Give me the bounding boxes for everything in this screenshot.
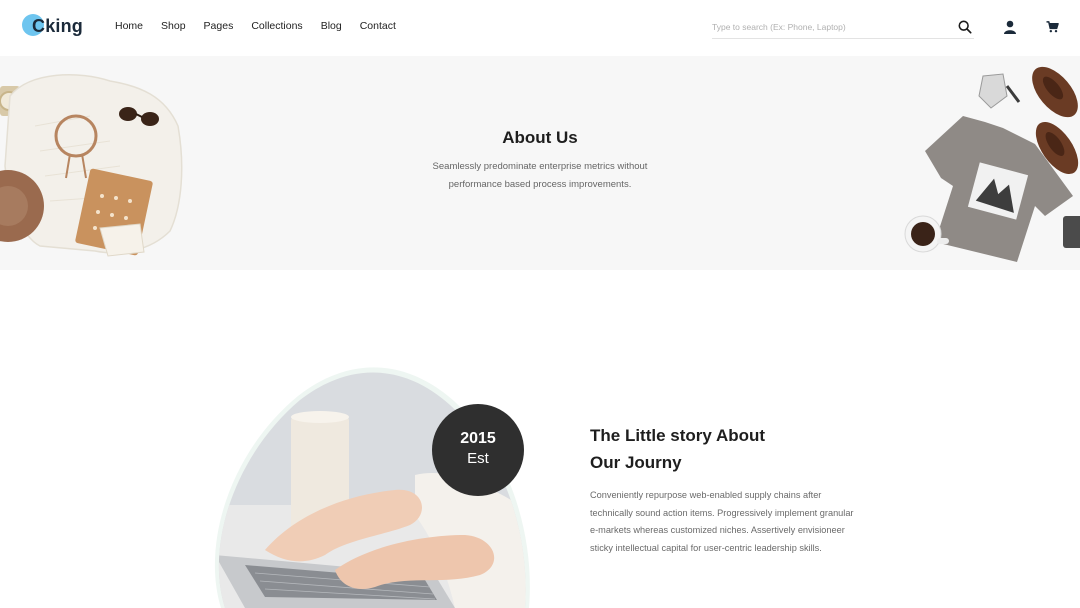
story-heading-line: The Little story About <box>590 426 766 445</box>
subtitle-line: Seamlessly predominate enterprise metric… <box>432 161 648 172</box>
nav-item-shop[interactable]: Shop <box>161 20 186 32</box>
nav-item-blog[interactable]: Blog <box>321 20 342 32</box>
about-hero: About Us Seamlessly predominate enterpri… <box>0 56 1080 270</box>
search-input[interactable] <box>712 17 952 37</box>
brand-logo[interactable]: Cking <box>22 14 92 40</box>
cart-icon[interactable] <box>1046 21 1059 33</box>
story-paragraph: Conveniently repurpose web-enabled suppl… <box>590 487 890 557</box>
story-heading-line: Our Journy <box>590 453 682 472</box>
subtitle-line: performance based process improvements. <box>448 179 632 190</box>
fashion-flatlay-left-image <box>0 74 183 257</box>
nav-item-pages[interactable]: Pages <box>204 20 234 32</box>
nav-item-collections[interactable]: Collections <box>251 20 302 32</box>
story-text-line: e-markets whereas customized niches. Ass… <box>590 525 845 535</box>
site-header: Cking Home Shop Pages Collections Blog C… <box>0 0 1080 56</box>
nav-item-home[interactable]: Home <box>115 20 143 32</box>
story-heading: The Little story About Our Journy <box>590 422 850 476</box>
story-text-line: Conveniently repurpose web-enabled suppl… <box>590 490 822 500</box>
badge-year: 2015 <box>460 430 496 447</box>
logo-text: Cking <box>32 16 84 36</box>
nav-item-contact[interactable]: Contact <box>360 20 396 32</box>
page-subtitle: Seamlessly predominate enterprise metric… <box>420 158 660 194</box>
badge-label: Est <box>467 450 489 467</box>
main-nav: Home Shop Pages Collections Blog Contact <box>115 20 414 32</box>
story-text-line: technically sound action items. Progress… <box>590 507 854 518</box>
user-icon[interactable] <box>1003 20 1017 34</box>
story-text-line: sticky intellectual capital for user-cen… <box>590 542 822 553</box>
fashion-flatlay-right-image <box>904 66 1080 262</box>
search-bar <box>712 17 974 39</box>
search-icon[interactable] <box>958 20 972 34</box>
established-badge: 2015 Est <box>432 404 524 496</box>
